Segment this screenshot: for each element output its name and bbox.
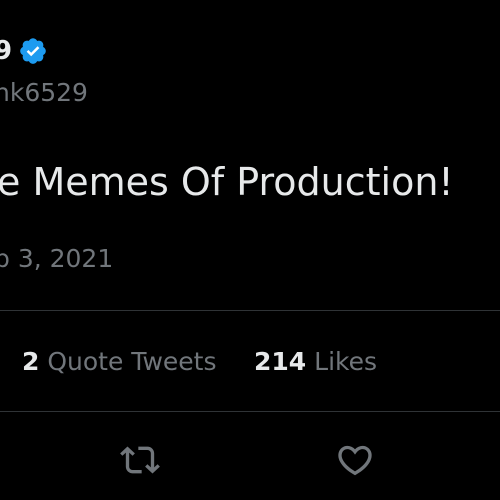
quote-tweets-count: 2 [22,347,40,376]
heart-icon[interactable] [335,440,375,480]
quote-tweets-stat[interactable]: 2 Quote Tweets [22,345,216,379]
likes-label: Likes [314,347,378,376]
author-handle[interactable]: nk6529 [0,76,88,110]
retweet-icon[interactable] [120,440,160,480]
likes-count: 214 [254,347,307,376]
author-name[interactable]: 9 [0,34,12,68]
verified-badge-icon [20,38,46,64]
tweet-date[interactable]: b 3, 2021 [0,242,113,276]
tweet-text: e Memes Of Production! [0,160,454,204]
stats-divider-top [0,310,500,311]
quote-tweets-label: Quote Tweets [47,347,217,376]
likes-stat[interactable]: 214 Likes [254,345,377,379]
stats-divider-bottom [0,411,500,412]
